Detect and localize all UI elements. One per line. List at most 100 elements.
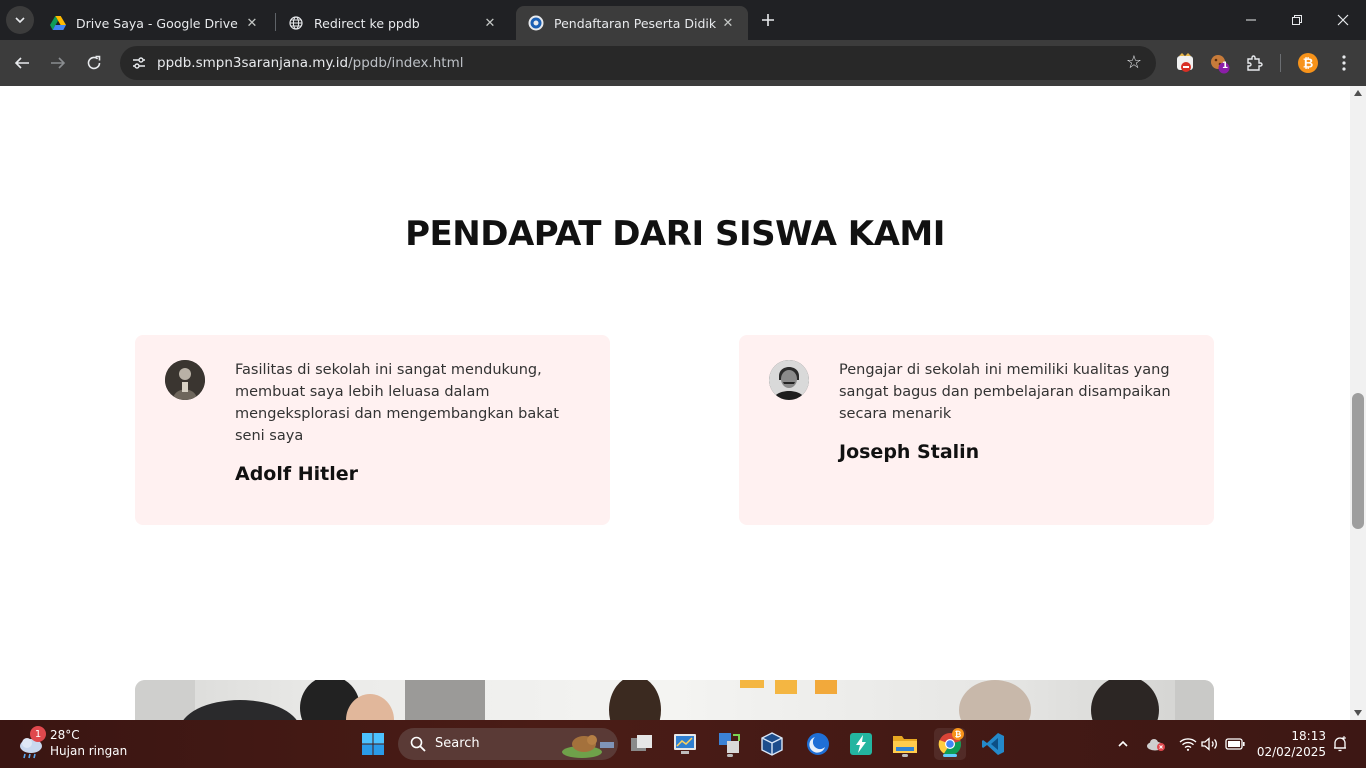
back-button[interactable] xyxy=(8,49,36,77)
clock-date: 02/02/2025 xyxy=(1256,745,1326,759)
google-drive-icon xyxy=(50,15,66,31)
tab-search-button[interactable] xyxy=(6,6,34,34)
battery-charging-icon xyxy=(1225,738,1245,750)
testimonial-name: Joseph Stalin xyxy=(839,441,980,463)
browser-tab-bar: Drive Saya - Google Drive ✕ Redirect ke … xyxy=(0,0,1366,40)
search-icon xyxy=(410,736,426,752)
taskbar-search[interactable]: Search xyxy=(398,728,618,760)
scroll-down-icon[interactable] xyxy=(1354,710,1362,716)
profile-button[interactable]: ₿ xyxy=(1296,51,1320,75)
student-avatar xyxy=(769,360,809,400)
chevron-down-icon xyxy=(15,17,25,24)
minimize-icon xyxy=(1246,19,1256,21)
wifi-icon xyxy=(1179,738,1197,751)
tab-title: Pendaftaran Peserta Didik Baru xyxy=(554,15,718,31)
site-settings-icon[interactable] xyxy=(130,54,148,72)
speaker-icon xyxy=(1201,737,1217,751)
battery-tray[interactable] xyxy=(1225,732,1245,756)
scrollbar-thumb[interactable] xyxy=(1352,393,1364,529)
close-icon[interactable]: ✕ xyxy=(718,13,738,33)
close-icon[interactable]: ✕ xyxy=(242,13,262,33)
folder-icon xyxy=(893,736,917,753)
vscode-icon xyxy=(982,733,1004,755)
testimonial-name: Adolf Hitler xyxy=(235,463,359,485)
show-hidden-icons-button[interactable] xyxy=(1113,732,1133,756)
wifi-tray[interactable] xyxy=(1178,732,1198,756)
extensions-menu-button[interactable] xyxy=(1242,51,1266,75)
extension-coupon-button[interactable]: 1 xyxy=(1208,51,1232,75)
chrome-taskbar-button[interactable]: ₿ xyxy=(934,728,966,760)
testimonial-card: Pengajar di sekolah ini memiliki kualita… xyxy=(739,335,1214,525)
monitor-chart-icon xyxy=(674,734,696,754)
toolbar-separator xyxy=(1280,54,1281,72)
close-icon[interactable]: ✕ xyxy=(480,13,500,33)
address-bar[interactable]: ppdb.smpn3saranjana.my.id/ppdb/index.htm… xyxy=(120,46,1156,80)
weather-temp: 28°C xyxy=(50,728,80,742)
scroll-up-icon[interactable] xyxy=(1354,90,1362,96)
close-icon xyxy=(1337,14,1349,26)
reload-button[interactable] xyxy=(80,49,108,77)
task-view-button[interactable] xyxy=(626,728,658,760)
app-transfer-button[interactable] xyxy=(714,728,746,760)
app-moon-button[interactable] xyxy=(802,728,834,760)
tab-title: Redirect ke ppdb xyxy=(314,15,420,31)
extension-adblock-button[interactable] xyxy=(1173,51,1197,75)
plus-icon xyxy=(762,14,774,26)
chrome-menu-button[interactable] xyxy=(1332,51,1356,75)
windows-logo-icon xyxy=(362,733,384,755)
globe-icon xyxy=(288,15,304,31)
student-avatar xyxy=(165,360,205,400)
page-viewport: PENDAPAT DARI SISWA KAMI Fasilitas di se… xyxy=(0,86,1350,720)
virtualbox-button[interactable] xyxy=(756,728,788,760)
notifications-button[interactable] xyxy=(1330,732,1350,756)
page-scrollbar[interactable] xyxy=(1350,86,1366,720)
file-explorer-button[interactable] xyxy=(889,728,921,760)
start-button[interactable] xyxy=(357,728,389,760)
school-logo-icon xyxy=(528,15,544,31)
bookmark-star-icon[interactable]: ☆ xyxy=(1126,52,1142,73)
weather-badge: 1 xyxy=(30,726,46,742)
browser-toolbar: ppdb.smpn3saranjana.my.id/ppdb/index.htm… xyxy=(0,40,1366,86)
vscode-button[interactable] xyxy=(977,728,1009,760)
tab-title: Drive Saya - Google Drive xyxy=(76,15,238,31)
restore-icon xyxy=(1292,15,1302,25)
bitcoin-avatar-icon: ₿ xyxy=(1298,53,1318,73)
moon-app-icon xyxy=(807,733,829,755)
url-text[interactable]: ppdb.smpn3saranjana.my.id/ppdb/index.htm… xyxy=(157,55,463,71)
app-monitor-button[interactable] xyxy=(669,728,701,760)
cube-icon xyxy=(761,732,783,756)
beaver-highlight-icon xyxy=(562,735,614,758)
adblock-extension-icon xyxy=(1177,53,1193,72)
testimonial-quote: Fasilitas di sekolah ini sangat mendukun… xyxy=(235,362,559,444)
forward-button[interactable] xyxy=(44,49,72,77)
search-label: Search xyxy=(435,736,480,751)
running-indicator xyxy=(902,754,908,757)
lightning-icon xyxy=(850,733,872,755)
restore-button[interactable] xyxy=(1274,0,1320,40)
extension-badge: 1 xyxy=(1221,61,1229,71)
classroom-photo xyxy=(135,680,1214,720)
windows-taskbar: 1 28°C Hujan ringan Search ₿ 18:13 02/02… xyxy=(0,720,1366,768)
weather-widget[interactable]: 1 28°C Hujan ringan xyxy=(16,726,136,762)
testimonial-card: Fasilitas di sekolah ini sangat mendukun… xyxy=(135,335,610,525)
close-window-button[interactable] xyxy=(1320,0,1366,40)
cloud-error-icon xyxy=(1147,739,1165,751)
onedrive-tray[interactable] xyxy=(1146,732,1166,756)
minimize-button[interactable] xyxy=(1228,0,1274,40)
app-bolt-button[interactable] xyxy=(845,728,877,760)
task-view-icon xyxy=(631,735,652,751)
arrow-right-icon xyxy=(51,57,66,69)
notification-bell-icon xyxy=(1334,736,1346,752)
section-title: PENDAPAT DARI SISWA KAMI xyxy=(405,214,945,254)
active-indicator xyxy=(943,754,957,757)
tab-redirect-ppdb[interactable]: Redirect ke ppdb ✕ xyxy=(276,6,510,40)
tab-google-drive[interactable]: Drive Saya - Google Drive ✕ xyxy=(38,6,272,40)
weather-condition: Hujan ringan xyxy=(50,744,128,758)
volume-tray[interactable] xyxy=(1200,732,1220,756)
tab-pendaftaran-peserta-didik[interactable]: Pendaftaran Peserta Didik Baru ✕ xyxy=(516,6,748,40)
puzzle-icon xyxy=(1247,55,1263,71)
new-tab-button[interactable] xyxy=(756,8,780,32)
chevron-up-icon xyxy=(1118,740,1128,747)
system-clock[interactable]: 18:13 02/02/2025 xyxy=(1252,728,1326,760)
clock-time: 18:13 xyxy=(1291,729,1326,743)
